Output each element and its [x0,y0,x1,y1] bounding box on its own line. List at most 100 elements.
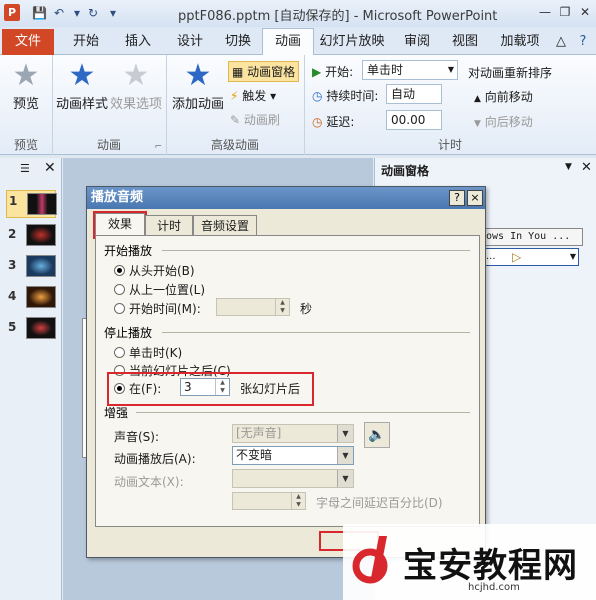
ribbon-tabs: 文件 开始 插入 设计 切换 动画 幻灯片放映 审阅 视图 加载项 △ ? [0,27,596,56]
slide-thumbnail[interactable]: 4 [6,286,56,310]
pane-close-icon[interactable]: ✕ [581,160,592,175]
star-disabled-icon: ★ [122,58,150,93]
add-animation-label: 添加动画 [171,97,224,112]
radio-label: 从头开始(B) [129,264,195,278]
animation-timeline-item[interactable]: ... ▷ ▼ [483,248,579,266]
lightning-icon: ⚡ [230,89,239,103]
animation-pane-label: 动画窗格 [247,65,296,79]
trigger-button[interactable]: ⚡ 触发 ▾ [230,87,276,104]
effect-options-label: 效果选项 [110,97,163,112]
tab-effect[interactable]: 效果 [93,211,147,239]
effect-options-button[interactable]: ★ 效果选项 [110,58,163,113]
undo-icon[interactable]: ↶ [52,6,66,20]
tab-animations[interactable]: 动画 [262,28,314,56]
move-later-label: 向后移动 [484,115,533,129]
tab-audio-settings[interactable]: 音频设置 [193,215,257,236]
dialog-title-bar[interactable]: 播放音频 [87,187,485,209]
slides-pane: ☰ ✕ 1 2 3 4 5 [0,158,62,600]
tab-timing[interactable]: 计时 [145,215,193,236]
star-icon: ★ [68,58,96,93]
trigger-label: 触发 [242,89,267,103]
radio-from-beginning[interactable]: 从头开始(B) [114,262,195,279]
start-label-text: 开始: [325,65,354,79]
enhance-section-title: 增强 [104,406,129,420]
animation-painter-button[interactable]: ✎ 动画刷 [230,111,280,128]
clock-icon: ◷ [312,89,323,103]
delay-input[interactable]: 00.00 [386,110,442,130]
dialog-help-button[interactable]: ? [449,190,465,206]
triangle-up-icon: ▲ [474,94,481,104]
close-icon[interactable]: ✕ [576,4,594,20]
after-animation-label: 动画播放后(A): [114,452,196,466]
tab-review[interactable]: 审阅 [394,31,440,53]
animation-styles-button[interactable]: ★ 动画样式 [56,58,109,113]
watermark-text: 宝安教程网 [403,546,578,586]
slide-thumbnail[interactable]: 2 [6,224,56,248]
group-preview: ★ 预览 预览 [0,55,53,155]
dialog-close-button[interactable]: × [467,190,483,206]
letter-delay-input[interactable]: ▲ ▼ [232,492,306,510]
animation-styles-label: 动画样式 [56,97,109,112]
radio-icon [114,303,125,314]
speaker-icon[interactable]: 🔈 [364,422,390,448]
tab-slideshow[interactable]: 幻灯片放映 [314,31,390,53]
animate-text-select[interactable]: ▼ [232,469,354,488]
slide-image [26,255,56,277]
window-title: pptF086.pptm [自动保存的] - Microsoft PowerPo… [178,9,498,24]
slide-number: 3 [8,258,17,272]
start-select[interactable]: 单击时 ▼ [362,60,458,80]
dialog-launcher-icon[interactable]: ⌐ [154,142,162,152]
group-label-animation: 动画 [96,138,121,152]
preview-button[interactable]: ★ 预览 [4,59,48,113]
group-label-preview: 预览 [13,138,38,152]
pane-options-icon[interactable]: ▼ [565,162,572,172]
tab-home[interactable]: 开始 [60,31,112,53]
delay-clock-icon: ◷ [312,115,323,129]
customize-quick-access-icon[interactable]: ▾ [106,6,120,20]
radio-start-time[interactable]: 开始时间(M): [114,300,201,317]
animation-pane-button[interactable]: ▦ 动画窗格 [228,61,300,82]
after-animation-select[interactable]: 不变暗 ▼ [232,446,354,465]
outline-toggle-icon[interactable]: ☰ [20,162,30,175]
add-animation-button[interactable]: ★ 添加动画 [170,59,226,113]
triangle-down-icon: ▼ [474,119,481,129]
slide-thumbnail[interactable]: 5 [6,317,56,341]
close-pane-icon[interactable]: ✕ [44,160,56,176]
tab-design[interactable]: 设计 [164,31,216,53]
watermark-url: hcjhd.com [468,582,520,593]
move-later-button[interactable]: ▼ 向后移动 [474,113,533,130]
enhance-section: 增强 [104,404,470,421]
start-section: 开始播放 [104,242,470,259]
redo-icon[interactable]: ↻ [86,6,100,20]
radio-on-click[interactable]: 单击时(K) [114,344,182,361]
tab-insert[interactable]: 插入 [112,31,164,53]
site-logo-icon [352,536,388,584]
powerpoint-logo-icon[interactable]: P [4,4,20,21]
radio-from-last-position[interactable]: 从上一位置(L) [114,281,205,298]
chevron-down-icon: ▼ [337,470,353,487]
chevron-down-icon: ▼ [337,447,353,464]
tab-file[interactable]: 文件 [2,29,54,55]
undo-dropdown-icon[interactable]: ▾ [70,6,84,20]
painter-icon: ✎ [230,113,241,127]
sound-select[interactable]: [无声音] ▼ [232,424,354,443]
play-triangle-icon: ▷ [512,250,522,264]
group-label-advanced: 高级动画 [210,138,259,152]
animation-item[interactable]: ows In You ... [483,228,583,246]
minimize-icon[interactable]: — [536,4,554,20]
move-earlier-button[interactable]: ▲ 向前移动 [474,88,533,105]
animation-painter-label: 动画刷 [243,113,280,127]
tab-transitions[interactable]: 切换 [212,31,264,53]
slide-thumbnail[interactable]: 3 [6,255,56,279]
slide-thumbnail[interactable]: 1 [6,190,57,218]
save-icon[interactable]: 💾 [32,6,47,20]
tab-view[interactable]: 视图 [442,31,488,53]
slide-image [26,317,56,339]
help-icon[interactable]: ? [574,31,592,53]
collapse-ribbon-icon[interactable]: △ [552,31,570,53]
animation-pane-title: 动画窗格 [381,164,430,178]
tab-addins[interactable]: 加载项 [492,31,548,53]
restore-icon[interactable]: ❐ [556,4,574,20]
duration-input[interactable]: 自动 [386,84,442,104]
start-time-input[interactable]: ▲ ▼ [216,298,290,316]
